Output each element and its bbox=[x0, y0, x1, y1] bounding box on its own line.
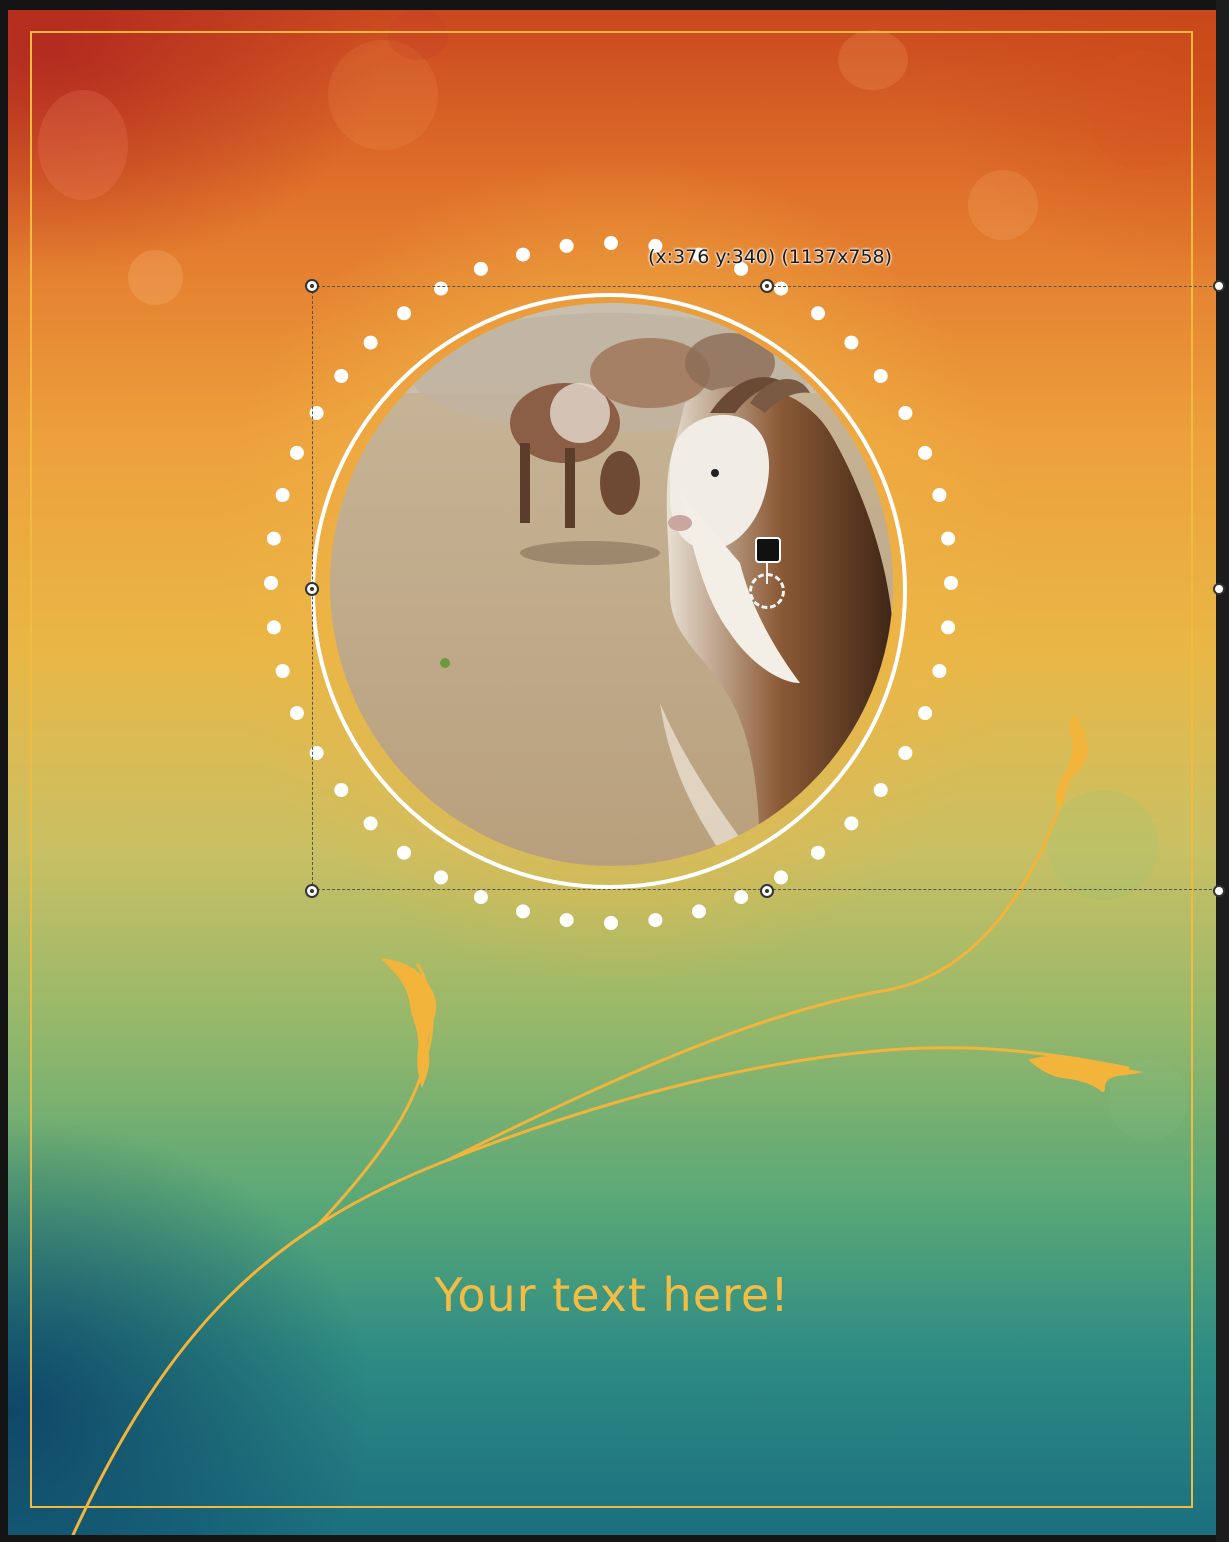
ring-dot bbox=[648, 913, 663, 928]
ring-dot bbox=[811, 306, 825, 321]
banner-text[interactable]: Your text here! bbox=[8, 1268, 1216, 1322]
ring-dot bbox=[289, 706, 304, 721]
ring-dot bbox=[397, 845, 411, 860]
rotate-handle-icon[interactable] bbox=[755, 537, 781, 563]
ring-dot bbox=[898, 406, 913, 420]
ring-dot bbox=[873, 783, 888, 797]
ring-dot bbox=[275, 488, 290, 502]
resize-handle-bottom-middle[interactable] bbox=[760, 884, 774, 898]
photo-ring bbox=[311, 293, 907, 889]
ring-dot bbox=[363, 816, 378, 831]
ring-dot bbox=[309, 746, 324, 760]
ring-dot bbox=[774, 870, 788, 885]
ring-dot bbox=[941, 531, 956, 546]
ring-dot bbox=[932, 488, 947, 502]
ring-dot bbox=[604, 916, 618, 930]
ring-dot bbox=[898, 746, 913, 760]
ring-dot bbox=[516, 247, 530, 262]
ring-dot bbox=[473, 261, 488, 276]
ring-dot bbox=[334, 783, 349, 797]
ring-dot bbox=[434, 870, 448, 885]
ring-dot bbox=[264, 576, 278, 590]
canvas-right-edge bbox=[1216, 0, 1229, 1542]
ring-dot bbox=[334, 369, 349, 383]
ring-dot bbox=[604, 236, 618, 250]
selection-coordinate-readout: (x:376 y:340) (1137x758) bbox=[648, 246, 893, 268]
resize-handle-bottom-left[interactable] bbox=[305, 884, 319, 898]
ring-dot bbox=[275, 664, 290, 678]
ring-dot bbox=[918, 445, 933, 460]
resize-handle-top-middle[interactable] bbox=[760, 279, 774, 293]
ring-dot bbox=[941, 620, 956, 635]
ring-dot bbox=[811, 845, 825, 860]
ring-dot bbox=[397, 306, 411, 321]
editor-canvas-area: Your text here! (x:376 y:340) (1137x758) bbox=[0, 0, 1229, 1542]
design-canvas[interactable]: Your text here! (x:376 y:340) (1137x758) bbox=[8, 10, 1216, 1535]
anchor-point-icon[interactable] bbox=[749, 573, 785, 609]
ring-dot bbox=[516, 904, 530, 919]
resize-handle-middle-right[interactable] bbox=[1213, 583, 1225, 595]
ring-dot bbox=[434, 281, 448, 296]
ring-dot bbox=[844, 335, 859, 350]
ring-dot bbox=[559, 238, 574, 253]
resize-handle-top-left[interactable] bbox=[305, 279, 319, 293]
ring-dot bbox=[266, 620, 281, 635]
ring-dot bbox=[289, 445, 304, 460]
resize-handle-bottom-right[interactable] bbox=[1213, 885, 1225, 897]
ring-dot bbox=[559, 913, 574, 928]
ring-dot bbox=[918, 706, 933, 721]
ring-dot bbox=[944, 576, 958, 590]
resize-handle-middle-left[interactable] bbox=[305, 582, 319, 596]
ring-dot bbox=[932, 664, 947, 678]
ring-dot bbox=[473, 890, 488, 905]
ring-dot bbox=[309, 406, 324, 420]
ring-dot bbox=[266, 531, 281, 546]
ring-dot bbox=[873, 369, 888, 383]
ring-dot bbox=[363, 335, 378, 350]
ring-dot bbox=[774, 281, 788, 296]
ring-dot bbox=[734, 890, 749, 905]
ring-dot bbox=[692, 904, 706, 919]
ring-dot bbox=[844, 816, 859, 831]
resize-handle-top-right[interactable] bbox=[1213, 280, 1225, 292]
